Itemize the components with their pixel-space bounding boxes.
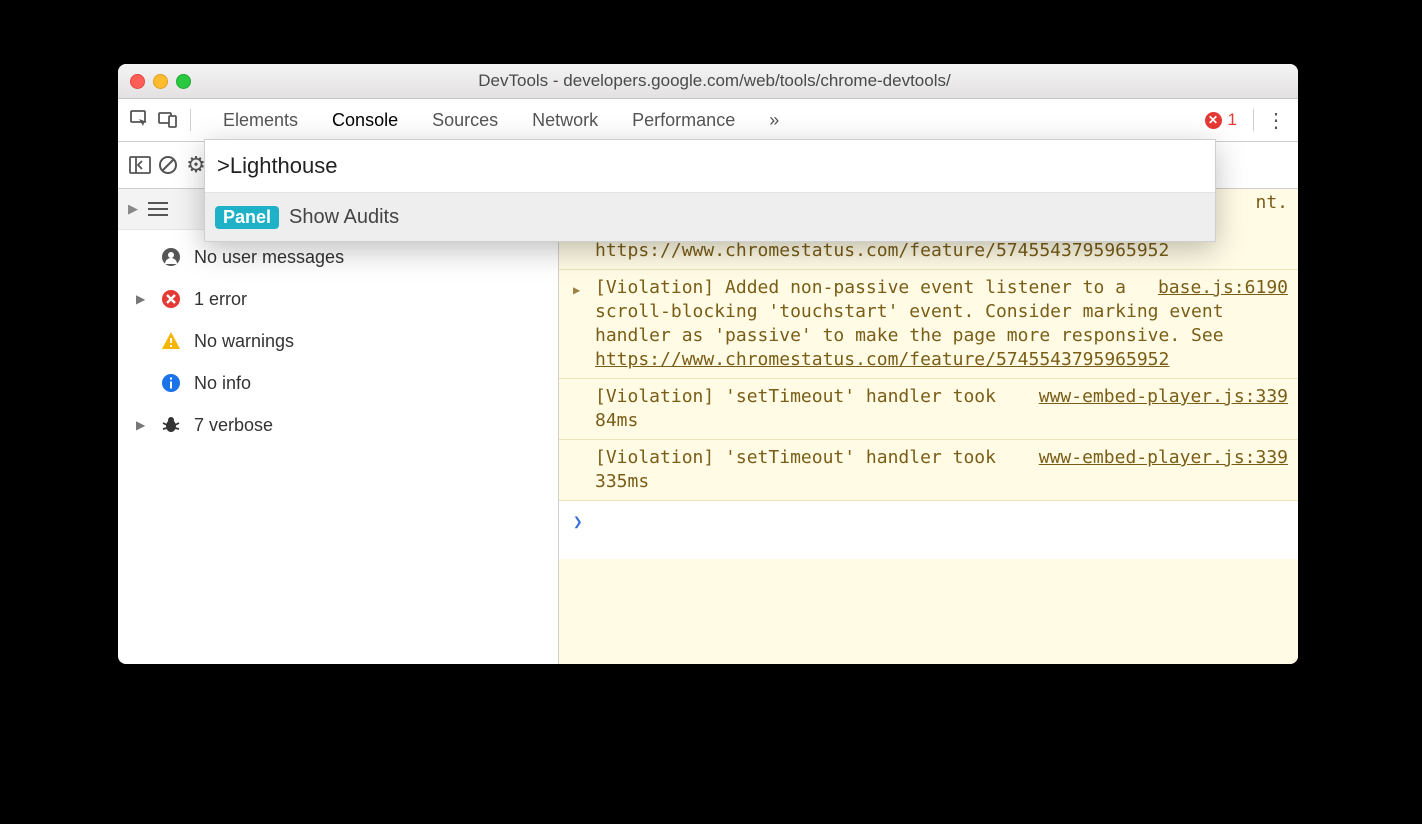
window-title: DevTools - developers.google.com/web/too… — [191, 71, 1238, 91]
tab-performance[interactable]: Performance — [630, 110, 737, 131]
filter-errors[interactable]: ▶ 1 error — [118, 278, 558, 320]
chevron-right-icon: ▶ — [136, 292, 148, 306]
devtools-window: DevTools - developers.google.com/web/too… — [118, 64, 1298, 664]
error-count: 1 — [1228, 110, 1237, 130]
partial-link[interactable]: https://www.chromestatus.com/feature/574… — [595, 240, 1169, 261]
tab-network[interactable]: Network — [530, 110, 600, 131]
entry-text: [Violation] 'setTimeout' handler took 33… — [595, 447, 996, 492]
info-icon — [160, 373, 182, 393]
filter-verbose[interactable]: ▶ 7 verbose — [118, 404, 558, 446]
command-menu-result[interactable]: Panel Show Audits — [205, 193, 1215, 241]
console-entry[interactable]: ▶ base.js:6190 [Violation] Added non-pas… — [559, 270, 1298, 379]
close-window-button[interactable] — [130, 74, 145, 89]
console-entry: www-embed-player.js:339 [Violation] 'set… — [559, 379, 1298, 440]
tabs-overflow[interactable]: » — [767, 110, 781, 131]
filter-label: No info — [194, 373, 251, 394]
chevron-prompt-icon: ❯ — [573, 512, 583, 531]
toggle-sidebar-icon[interactable] — [126, 156, 154, 174]
result-badge: Panel — [215, 206, 279, 229]
error-count-badge[interactable]: ✕ 1 — [1205, 110, 1237, 130]
filter-label: No user messages — [194, 247, 344, 268]
filter-label: 1 error — [194, 289, 247, 310]
console-sidebar: ▶ No user messages ▶ — [118, 189, 559, 664]
result-text: Show Audits — [289, 206, 399, 229]
error-icon: ✕ — [1205, 112, 1222, 129]
source-link[interactable]: www-embed-player.js:339 — [1039, 446, 1288, 470]
bug-icon — [160, 415, 182, 435]
entry-link[interactable]: https://www.chromestatus.com/feature/574… — [595, 349, 1169, 370]
main-tabbar: Elements Console Sources Network Perform… — [118, 99, 1298, 142]
command-query: >Lighthouse — [217, 153, 338, 179]
chevron-right-icon: ▶ — [573, 278, 580, 302]
filter-info[interactable]: No info — [118, 362, 558, 404]
list-icon — [148, 201, 168, 217]
console-entry: www-embed-player.js:339 [Violation] 'set… — [559, 440, 1298, 501]
user-icon — [160, 247, 182, 267]
warning-icon — [160, 331, 182, 351]
kebab-menu-icon[interactable]: ⋮ — [1262, 108, 1290, 133]
inspect-element-icon[interactable] — [126, 110, 154, 130]
source-link[interactable]: base.js:6190 — [1158, 276, 1288, 300]
traffic-lights — [118, 74, 191, 89]
filter-label: No warnings — [194, 331, 294, 352]
console-prompt[interactable]: ❯ — [559, 501, 1298, 559]
filter-label: 7 verbose — [194, 415, 273, 436]
tab-console[interactable]: Console — [330, 110, 400, 131]
chevron-right-icon: ▶ — [136, 418, 148, 432]
error-icon — [160, 289, 182, 309]
entry-text: [Violation] Added non-passive event list… — [595, 277, 1224, 346]
divider — [190, 109, 191, 131]
filter-user-messages[interactable]: No user messages — [118, 236, 558, 278]
entry-text: [Violation] 'setTimeout' handler took 84… — [595, 386, 996, 431]
source-link[interactable]: www-embed-player.js:339 — [1039, 385, 1288, 409]
command-menu-input[interactable]: >Lighthouse — [205, 140, 1215, 193]
chevron-right-icon: ▶ — [128, 201, 138, 217]
filter-warnings[interactable]: No warnings — [118, 320, 558, 362]
tab-sources[interactable]: Sources — [430, 110, 500, 131]
zoom-window-button[interactable] — [176, 74, 191, 89]
main-body: ▶ No user messages ▶ — [118, 189, 1298, 664]
clear-console-icon[interactable] — [154, 155, 182, 175]
command-menu: >Lighthouse Panel Show Audits — [204, 139, 1216, 242]
titlebar: DevTools - developers.google.com/web/too… — [118, 64, 1298, 99]
divider — [1253, 109, 1254, 131]
minimize-window-button[interactable] — [153, 74, 168, 89]
device-toolbar-icon[interactable] — [154, 110, 182, 130]
tab-elements[interactable]: Elements — [221, 110, 300, 131]
console-output: nt. make the page more responsive. See h… — [559, 189, 1298, 664]
